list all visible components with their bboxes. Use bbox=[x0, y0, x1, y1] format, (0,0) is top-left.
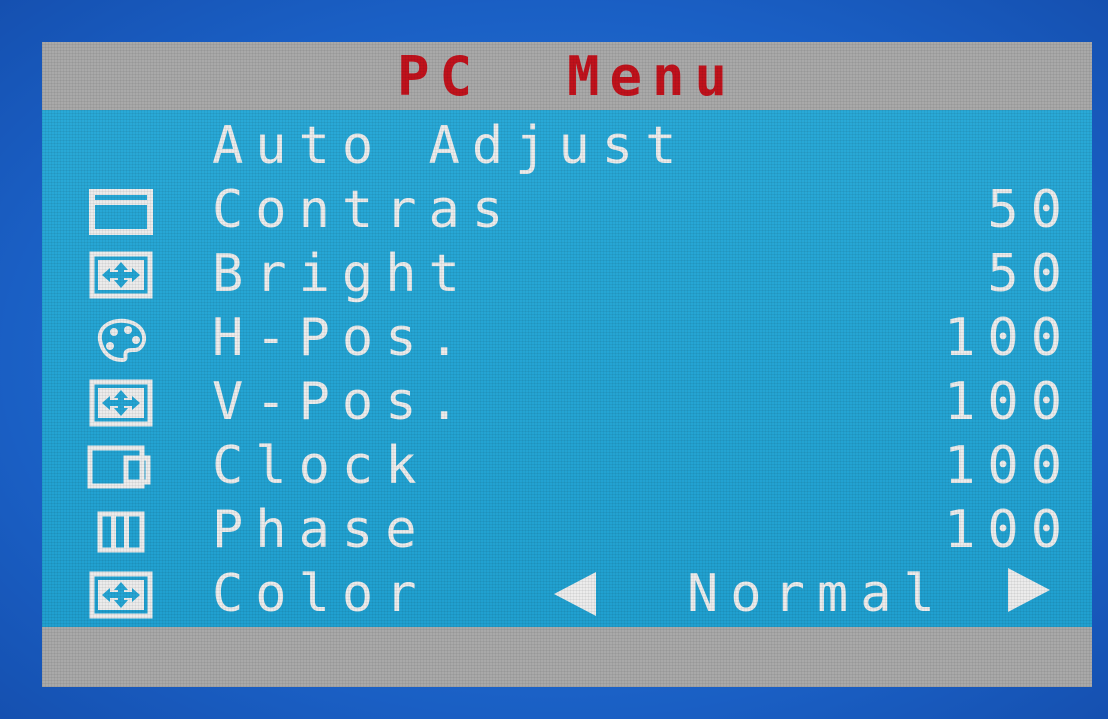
menu-item-bright[interactable]: Bright 50 bbox=[42, 242, 1092, 306]
menu-item-label: H-Pos. bbox=[212, 308, 472, 368]
display-icon bbox=[84, 442, 158, 492]
menu-item-h-pos[interactable]: H-Pos. 100 bbox=[42, 306, 1092, 370]
title-bar: PC Menu bbox=[42, 42, 1092, 110]
menu-item-label: V-Pos. bbox=[212, 372, 472, 432]
menu-item-label: Bright bbox=[212, 244, 472, 304]
menu-item-v-pos[interactable]: V-Pos. 100 bbox=[42, 370, 1092, 434]
move-arrows-icon bbox=[84, 250, 158, 300]
move-arrows-icon bbox=[84, 378, 158, 428]
menu-item-label: Contras bbox=[212, 180, 516, 240]
color-mode-value: Normal bbox=[687, 564, 947, 624]
menu-item-color[interactable]: Color Normal bbox=[42, 562, 1092, 626]
palette-icon bbox=[84, 314, 158, 364]
menu-item-value: 100 bbox=[944, 500, 1074, 560]
menu-item-label: Phase bbox=[212, 500, 429, 560]
menu-item-label: Auto Adjust bbox=[212, 116, 689, 176]
arrow-right-icon[interactable] bbox=[1008, 568, 1050, 612]
window-icon bbox=[84, 186, 158, 236]
menu-item-auto-adjust[interactable]: Auto Adjust bbox=[42, 114, 1092, 178]
menu-item-value: 100 bbox=[944, 372, 1074, 432]
move-arrows-icon bbox=[84, 570, 158, 620]
menu-item-value: 50 bbox=[987, 244, 1074, 304]
menu-item-value: 100 bbox=[944, 436, 1074, 496]
menu-item-value: 50 bbox=[987, 180, 1074, 240]
menu-item-contrast[interactable]: Contras 50 bbox=[42, 178, 1092, 242]
menu-item-value: 100 bbox=[944, 308, 1074, 368]
menu-item-label: Clock bbox=[212, 436, 429, 496]
menu-item-label: Color bbox=[212, 564, 429, 624]
arrow-left-icon[interactable] bbox=[554, 572, 596, 616]
menu-item-clock[interactable]: Clock 100 bbox=[42, 434, 1092, 498]
menu-item-phase[interactable]: Phase 100 bbox=[42, 498, 1092, 562]
osd-menu: PC Menu Auto Adjust Contras 50 Bright 50 bbox=[42, 42, 1092, 687]
bars-icon bbox=[84, 506, 158, 556]
footer-bar bbox=[42, 627, 1092, 687]
menu-title: PC Menu bbox=[396, 44, 738, 108]
